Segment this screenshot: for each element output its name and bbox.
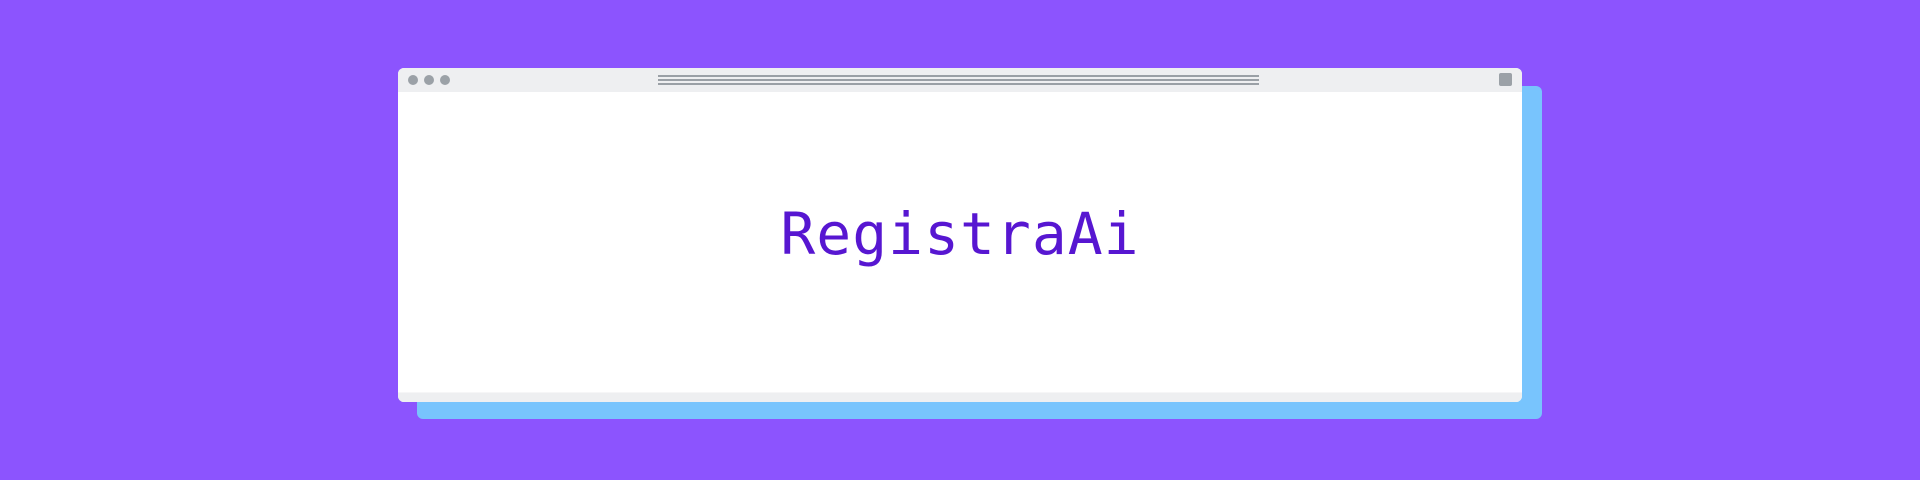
address-bar[interactable]: [658, 75, 1259, 85]
minimize-dot-icon[interactable]: [424, 75, 434, 85]
brand-title: RegistraAi: [780, 200, 1140, 268]
window-status-bar: [398, 392, 1522, 402]
window-menu-icon[interactable]: [1499, 73, 1512, 86]
window-controls: [408, 75, 450, 85]
page-content: RegistraAi: [398, 92, 1522, 392]
browser-window: RegistraAi: [398, 68, 1522, 402]
window-title-bar: [398, 68, 1522, 92]
maximize-dot-icon[interactable]: [440, 75, 450, 85]
close-dot-icon[interactable]: [408, 75, 418, 85]
address-line: [658, 75, 1259, 77]
address-line: [658, 83, 1259, 85]
address-line: [658, 79, 1259, 81]
